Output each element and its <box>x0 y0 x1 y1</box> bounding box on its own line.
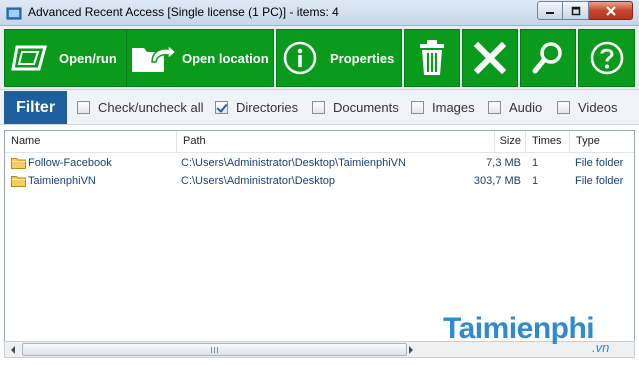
toolbar: Open/run Open location Properties <box>0 26 639 90</box>
filter-images[interactable]: Images <box>411 100 475 115</box>
scroll-right-button[interactable] <box>403 342 419 357</box>
filter-videos-label: Videos <box>578 100 618 115</box>
checkbox-documents[interactable] <box>312 101 325 114</box>
row-name: Follow-Facebook <box>28 157 112 169</box>
delete-button[interactable] <box>404 29 460 87</box>
filter-check-all[interactable]: Check/uncheck all <box>77 100 204 115</box>
filter-videos[interactable]: Videos <box>557 100 618 115</box>
filter-audio-label: Audio <box>509 100 543 115</box>
row-size: 7,3 MB <box>486 157 521 169</box>
filter-title: Filter <box>4 91 67 124</box>
table-row[interactable]: TaimienphiVN C:\Users\Administrator\Desk… <box>5 172 634 190</box>
row-times: 1 <box>532 175 539 187</box>
row-times: 1 <box>532 157 539 169</box>
arrow-right-icon <box>409 345 413 354</box>
list-header: Name Path Size Times Type <box>5 131 634 153</box>
minimize-icon <box>546 11 554 14</box>
row-name: TaimienphiVN <box>28 175 96 187</box>
row-path: C:\Users\Administrator\Desktop\Taimienph… <box>181 157 406 169</box>
column-times[interactable]: Times <box>526 131 570 153</box>
folder-icon <box>11 158 26 169</box>
filter-check-all-label: Check/uncheck all <box>98 100 204 115</box>
checkbox-directories[interactable] <box>215 101 228 114</box>
close-window-button[interactable] <box>589 1 633 20</box>
column-size[interactable]: Size <box>495 131 526 153</box>
filter-audio[interactable]: Audio <box>488 100 542 115</box>
row-size: 303,7 MB <box>473 175 521 187</box>
row-path: C:\Users\Administrator\Desktop <box>181 175 336 187</box>
minimize-button[interactable] <box>537 1 563 20</box>
open-location-label: Open location <box>182 50 269 66</box>
open-run-icon <box>11 45 47 71</box>
row-type: File folder <box>575 175 624 187</box>
scrollbar-thumb[interactable] <box>22 343 407 356</box>
search-icon <box>532 42 562 74</box>
window-title: Advanced Recent Access [Single license (… <box>28 5 339 19</box>
filter-images-label: Images <box>432 100 475 115</box>
window-controls <box>537 1 633 20</box>
help-button[interactable] <box>578 29 635 87</box>
app-icon <box>6 7 22 20</box>
column-type[interactable]: Type <box>570 131 634 153</box>
maximize-button[interactable] <box>563 1 589 20</box>
search-button[interactable] <box>520 29 576 87</box>
watermark-logo: Taimienphi <box>443 312 595 345</box>
arrow-left-icon <box>11 345 15 354</box>
info-icon <box>283 41 317 75</box>
open-location-icon <box>132 43 178 72</box>
column-path[interactable]: Path <box>177 131 495 153</box>
open-location-button[interactable]: Open location <box>126 29 274 87</box>
filter-directories-label: Directories <box>236 100 299 115</box>
remove-button[interactable] <box>462 29 518 87</box>
trash-icon <box>420 40 444 75</box>
filter-bar: Filter Check/uncheck all Directories Doc… <box>0 90 639 125</box>
filter-documents[interactable]: Documents <box>312 100 399 115</box>
checkbox-images[interactable] <box>411 101 424 114</box>
properties-label: Properties <box>330 50 395 66</box>
watermark-suffix: .vn <box>592 340 610 355</box>
row-type: File folder <box>575 157 624 169</box>
close-x-icon <box>474 42 506 74</box>
table-row[interactable]: Follow-Facebook C:\Users\Administrator\D… <box>5 154 634 172</box>
properties-button[interactable]: Properties <box>276 29 402 87</box>
title-bar: Advanced Recent Access [Single license (… <box>0 0 639 26</box>
open-run-label: Open/run <box>59 50 117 66</box>
checkbox-check-all[interactable] <box>77 101 90 114</box>
checkbox-audio[interactable] <box>488 101 501 114</box>
folder-icon <box>11 176 26 187</box>
close-icon <box>605 5 616 16</box>
maximize-icon <box>571 6 580 15</box>
scrollbar-grip <box>211 347 220 353</box>
filter-documents-label: Documents <box>333 100 399 115</box>
scroll-left-button[interactable] <box>5 342 21 357</box>
column-name[interactable]: Name <box>5 131 177 153</box>
filter-directories[interactable]: Directories <box>215 100 298 115</box>
open-run-button[interactable]: Open/run <box>4 29 130 87</box>
checkbox-videos[interactable] <box>557 101 570 114</box>
help-icon <box>590 41 623 75</box>
